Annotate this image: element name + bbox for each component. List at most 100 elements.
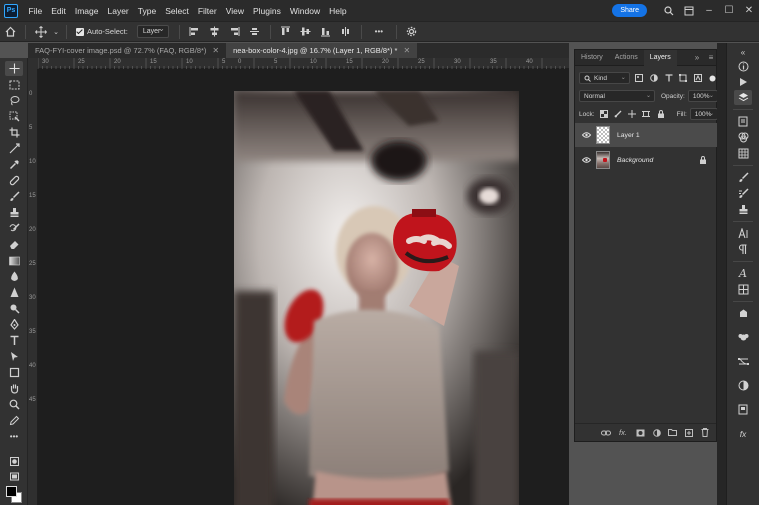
brush-settings-icon[interactable] [734,186,752,201]
hand-tool-icon[interactable] [5,381,23,396]
lock-position-icon[interactable] [627,109,637,120]
document-image[interactable] [234,91,519,505]
link-layers-icon[interactable] [600,427,611,438]
distribute-horizontal-icon[interactable] [246,23,264,41]
tab-actions[interactable]: Actions [609,50,644,66]
gear-icon[interactable] [403,23,421,41]
search-icon[interactable] [661,3,677,19]
menu-edit[interactable]: Edit [47,6,71,16]
menu-file[interactable]: File [24,6,47,16]
menu-select[interactable]: Select [161,6,194,16]
move-tool-icon[interactable] [32,23,50,41]
align-right-icon[interactable] [226,23,244,41]
auto-select-checkbox[interactable] [76,27,84,36]
menu-plugins[interactable]: Plugins [248,6,285,16]
foreground-color-swatch[interactable] [6,486,17,497]
tab-nea-box-color[interactable]: nea-box-color-4.jpg @ 16.7% (Layer 1, RG… [226,43,418,58]
paragraph-panel-icon[interactable] [734,242,752,257]
document-panel-icon[interactable] [734,114,752,129]
fill-input[interactable]: 100% ⌄ [689,108,719,120]
distribute-vertical-icon[interactable] [337,23,355,41]
object-selection-tool-icon[interactable] [5,109,23,124]
screen-mode-icon[interactable] [5,469,23,484]
filter-smart-object-icon[interactable] [693,73,704,84]
collapse-panel-icon[interactable]: » [692,53,702,62]
menu-view[interactable]: View [221,6,248,16]
align-top-icon[interactable] [277,23,295,41]
zoom-tool-icon[interactable] [5,397,23,412]
blur-tool-icon[interactable] [5,269,23,284]
pen-tool-icon[interactable] [5,317,23,332]
close-icon[interactable]: ✕ [739,5,759,16]
add-mask-icon[interactable] [635,427,646,438]
lock-artboard-icon[interactable] [641,109,651,120]
shapes-panel-icon[interactable] [734,330,752,345]
dodge-tool-icon[interactable] [5,301,23,316]
clone-stamp-tool-icon[interactable] [5,205,23,220]
maximize-icon[interactable]: ☐ [719,5,739,16]
path-selection-tool-icon[interactable] [5,349,23,364]
marquee-tool-icon[interactable] [5,77,23,92]
lasso-tool-icon[interactable] [5,93,23,108]
menu-window[interactable]: Window [285,6,324,16]
group-folder-icon[interactable] [667,427,678,438]
adjustments-panel-icon[interactable] [734,378,752,393]
blend-mode-dropdown[interactable]: Normal ⌄ [579,90,655,102]
align-left-icon[interactable] [186,23,204,41]
glyphs-panel-icon[interactable]: A [734,266,752,281]
libraries-panel-icon[interactable] [734,306,752,321]
share-button[interactable]: Share [612,4,647,17]
lock-icon[interactable] [699,156,707,164]
filter-type-icon[interactable] [663,73,674,84]
fx-icon[interactable]: fx. [616,427,630,438]
filter-kind-dropdown[interactable]: Kind ⌄ [579,72,630,84]
swatches-panel-icon[interactable] [734,146,752,161]
menu-type[interactable]: Type [133,6,160,16]
table-grid-icon[interactable] [734,282,752,297]
history-brush-tool-icon[interactable] [5,221,23,236]
delete-layer-icon[interactable] [699,427,710,438]
character-panel-icon[interactable] [734,226,752,241]
visibility-eye-icon[interactable] [579,157,593,163]
filter-adjustment-icon[interactable] [648,73,659,84]
opacity-input[interactable]: 100% ⌄ [687,90,718,102]
layers-panel-icon[interactable] [734,90,752,105]
minimize-icon[interactable]: – [699,5,719,16]
menu-help[interactable]: Help [325,6,351,16]
channels-panel-icon[interactable] [734,130,752,145]
filter-pixel-icon[interactable] [634,73,645,84]
styles-fx-icon[interactable]: fx [734,426,752,441]
visibility-eye-icon[interactable] [579,132,593,138]
lock-image-pixels-icon[interactable] [613,109,623,120]
new-layer-icon[interactable] [683,427,694,438]
type-tool-icon[interactable] [5,333,23,348]
menu-image[interactable]: Image [70,6,103,16]
auto-select-toggle[interactable]: Auto-Select: [76,27,128,36]
close-icon[interactable]: ✕ [212,46,219,55]
edit-toolbar-icon[interactable] [5,413,23,428]
layer-row-layer-1[interactable]: Layer 1 [575,123,717,147]
canvas-area[interactable] [38,69,569,505]
align-center-icon[interactable] [206,23,224,41]
auto-select-target-dropdown[interactable]: Layer [136,24,169,38]
panel-menu-icon[interactable]: ≡ [706,53,716,62]
collapse-dock-icon[interactable]: « [734,45,752,60]
play-actions-icon[interactable] [734,74,752,89]
clone-source-icon[interactable] [734,202,752,217]
workspace-icon[interactable] [681,3,697,19]
tab-faq-fyi-cover[interactable]: FAQ-FYI-cover image.psd @ 72.7% (FAQ, RG… [28,43,226,58]
align-middle-icon[interactable] [297,23,315,41]
brushes-panel-icon[interactable] [734,170,752,185]
paths-panel-icon[interactable] [734,354,752,369]
menu-filter[interactable]: Filter [193,6,221,16]
menu-layer[interactable]: Layer [103,6,133,16]
layer-row-background[interactable]: Background [575,148,717,172]
home-icon[interactable] [1,23,19,41]
crop-tool-icon[interactable] [5,125,23,140]
sharpen-tool-icon[interactable] [5,285,23,300]
tool-preset-chevron-icon[interactable]: ⌄ [52,23,60,41]
properties-panel-icon[interactable] [734,402,752,417]
frame-tool-icon[interactable] [5,141,23,156]
more-options-icon[interactable]: ••• [368,23,390,41]
move-tool-icon[interactable] [5,61,23,76]
